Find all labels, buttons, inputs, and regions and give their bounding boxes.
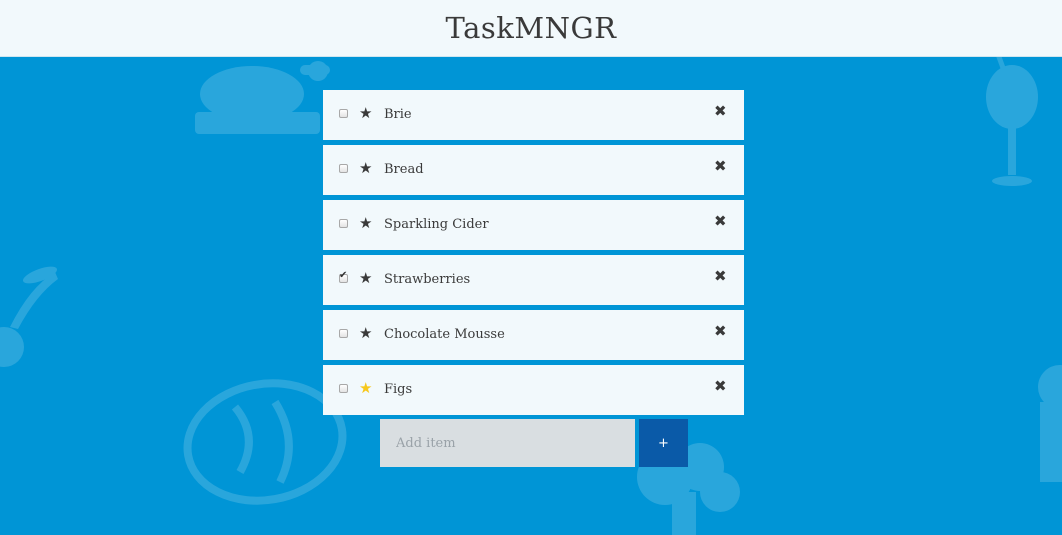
star-icon[interactable]: ★ [359, 269, 372, 287]
item-label: Sparkling Cider [384, 217, 489, 232]
star-icon[interactable]: ★ [359, 104, 372, 122]
item-checkbox[interactable]: ✔ [339, 219, 348, 228]
item-checkbox[interactable]: ✔ [339, 164, 348, 173]
item-label: Bread [384, 162, 424, 177]
glass-illustration-icon [1038, 365, 1062, 482]
list-item: ✔ ★ Sparkling Cider ✖ [323, 200, 744, 250]
delete-icon[interactable]: ✖ [714, 267, 727, 285]
delete-icon[interactable]: ✖ [714, 212, 727, 230]
star-icon[interactable]: ★ [359, 214, 372, 232]
delete-icon[interactable]: ✖ [714, 102, 727, 120]
item-label: Chocolate Mousse [384, 327, 505, 342]
item-label: Strawberries [384, 272, 471, 287]
app-title: TaskMNGR [445, 11, 617, 45]
chicken-illustration-icon [195, 61, 330, 134]
delete-icon[interactable]: ✖ [714, 322, 727, 340]
list-item: ✔ ★ Chocolate Mousse ✖ [323, 310, 744, 360]
star-icon[interactable]: ★ [359, 159, 372, 177]
item-label: Figs [384, 382, 413, 397]
item-checkbox[interactable]: ✔ [339, 109, 348, 118]
delete-icon[interactable]: ✖ [714, 377, 727, 395]
star-icon[interactable]: ★ [359, 324, 372, 342]
item-checkbox[interactable]: ✔ [339, 329, 348, 338]
list-item: ✔ ★ Brie ✖ [323, 90, 744, 140]
add-item-input[interactable] [380, 419, 635, 467]
list-item: ✔ ★ Strawberries ✖ [323, 255, 744, 305]
add-item-form: + [380, 419, 688, 467]
list-item: ✔ ★ Figs ✖ [323, 365, 744, 415]
cherries-illustration-icon [0, 266, 58, 367]
delete-icon[interactable]: ✖ [714, 157, 727, 175]
item-label: Brie [384, 107, 412, 122]
cocktail-glass-illustration-icon [986, 57, 1038, 186]
check-icon: ✔ [339, 270, 348, 281]
item-checkbox[interactable]: ✔ [339, 384, 348, 393]
star-icon[interactable]: ★ [359, 379, 372, 397]
app-header: TaskMNGR [0, 0, 1062, 57]
add-item-button[interactable]: + [639, 419, 688, 467]
task-list: ✔ ★ Brie ✖ ✔ ★ Bread ✖ ✔ ★ Sparkling Cid… [323, 90, 744, 420]
list-item: ✔ ★ Bread ✖ [323, 145, 744, 195]
item-checkbox[interactable]: ✔ [339, 270, 348, 283]
